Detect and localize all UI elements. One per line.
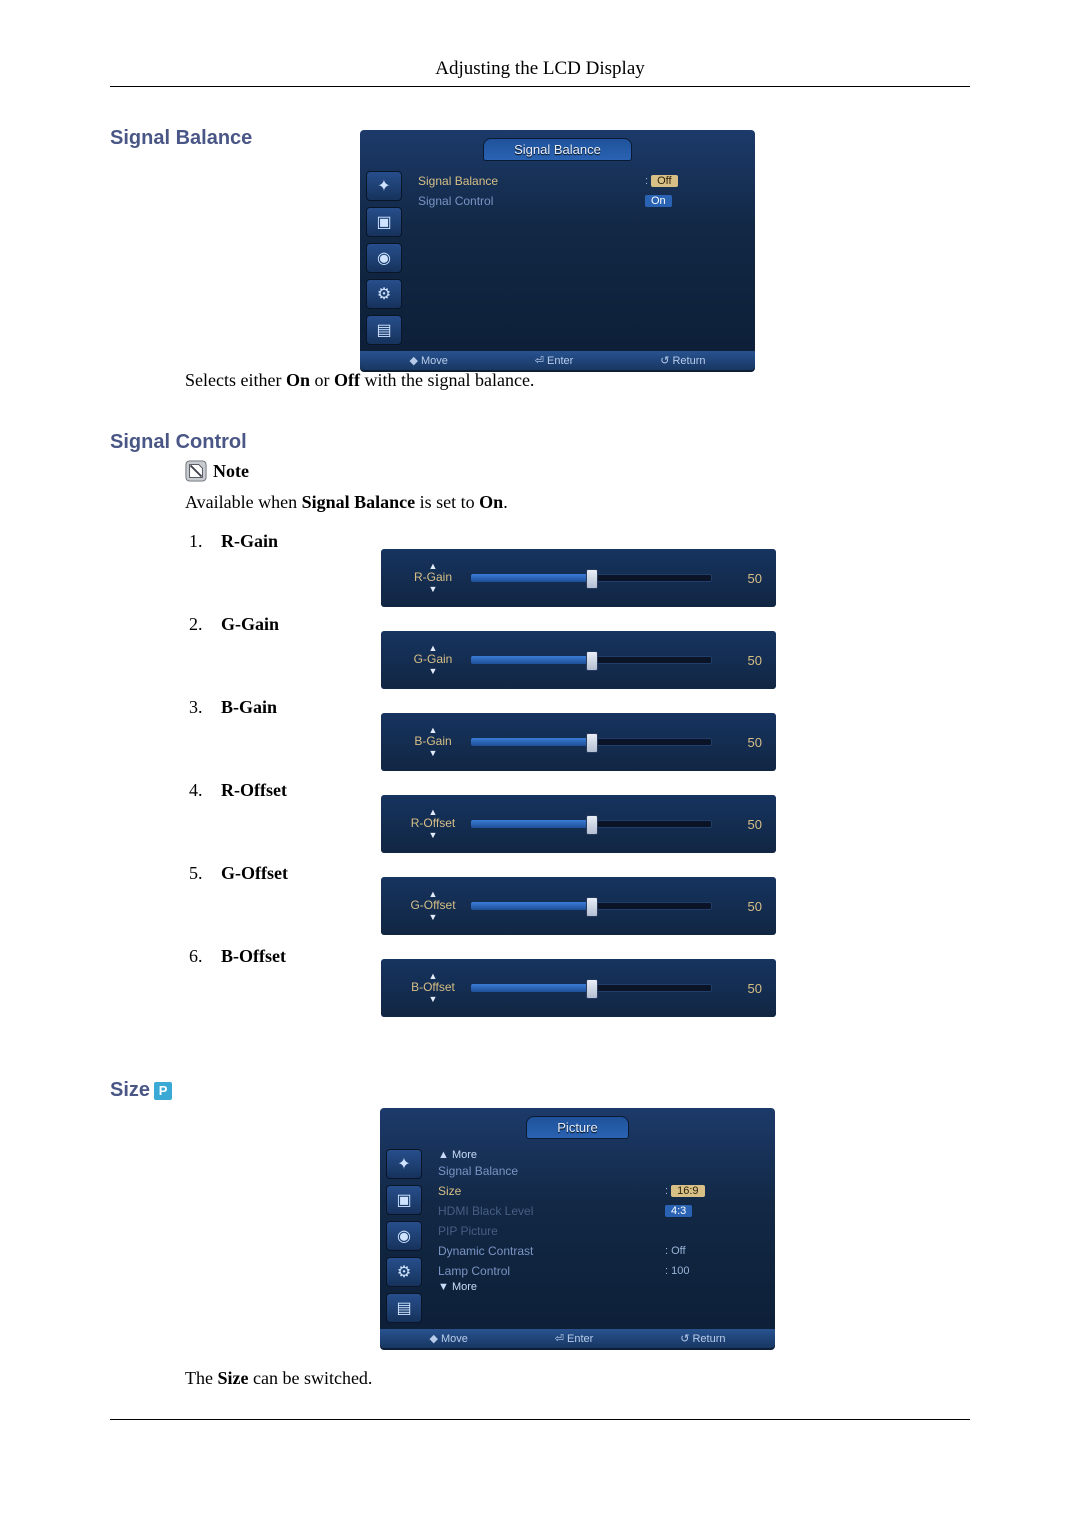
osd-icon-column: ✦ ▣ ◉ ⚙ ▤ [380,1143,428,1329]
osd-row-signal-balance[interactable]: Signal Balance [438,1161,765,1181]
osd-row-size[interactable]: Size : 16:9 [438,1181,765,1201]
osd-row-dyn-contrast[interactable]: Dynamic Contrast: Off [438,1241,765,1261]
osd-icon-multi[interactable]: ▤ [366,315,402,345]
slider-thumb[interactable] [586,569,598,589]
osd-icon-picture[interactable]: ✦ [366,171,402,201]
param-r-offset: R-Offset ▲R-Offset▼ 50 [207,780,970,801]
slider-thumb[interactable] [586,815,598,835]
slider-thumb[interactable] [586,979,598,999]
slider-value: 50 [712,981,762,996]
slider-thumb[interactable] [586,651,598,671]
heading-size: Size P [110,1079,172,1102]
osd-option-off[interactable]: Off [651,175,677,187]
slider-b-offset[interactable]: ▲B-Offset▼ 50 [381,959,776,1017]
footer-move: ◆ Move [409,354,447,367]
osd-row-hdmi-black[interactable]: HDMI Black Level 4:3 [438,1201,765,1221]
osd-title: Signal Balance [483,138,632,161]
osd-label: Signal Balance [418,174,645,188]
osd-icon-setup[interactable]: ◉ [386,1221,422,1251]
osd-footer: ◆ Move ⏎ Enter ↺ Return [380,1329,775,1348]
page-header: Adjusting the LCD Display [110,58,970,87]
param-b-offset: B-Offset ▲B-Offset▼ 50 [207,946,970,967]
osd-footer: ◆ Move ⏎ Enter ↺ Return [360,351,755,370]
osd-icon-setup[interactable]: ◉ [366,243,402,273]
size-description: The Size can be switched. [185,1368,970,1389]
slider-thumb[interactable] [586,733,598,753]
osd-icon-settings[interactable]: ⚙ [366,279,402,309]
footer-enter: ⏎ Enter [535,354,574,367]
param-g-gain: G-Gain ▲G-Gain▼ 50 [207,614,970,635]
osd-row-signal-control[interactable]: Signal Control On [418,191,745,211]
slider-value: 50 [712,735,762,750]
slider-b-gain[interactable]: ▲B-Gain▼ 50 [381,713,776,771]
heading-signal-control: Signal Control [110,431,970,454]
slider-value: 50 [712,899,762,914]
slider-thumb[interactable] [586,897,598,917]
more-up[interactable]: ▲ More [438,1149,765,1161]
osd-label: Signal Control [418,194,645,208]
osd-row-pip[interactable]: PIP Picture [438,1221,765,1241]
signal-balance-description: Selects either On or Off with the signal… [185,370,970,391]
osd-icon-settings[interactable]: ⚙ [386,1257,422,1287]
param-r-gain: R-Gain ▲R-Gain▼ 50 [207,531,970,552]
slider-g-gain[interactable]: ▲G-Gain▼ 50 [381,631,776,689]
osd-picture: Picture ✦ ▣ ◉ ⚙ ▤ ▲ More Signal Balance … [380,1108,775,1350]
osd-row-lamp[interactable]: Lamp Control: 100 [438,1261,765,1281]
footer-enter: ⏎ Enter [555,1332,594,1345]
note-label: Note [213,461,249,482]
slider-r-gain[interactable]: ▲R-Gain▼ 50 [381,549,776,607]
footer-move: ◆ Move [429,1332,467,1345]
osd-signal-balance: Signal Balance ✦ ▣ ◉ ⚙ ▤ Signal Balance … [360,130,755,372]
osd-option-43[interactable]: 4:3 [665,1205,692,1217]
note-icon [185,460,207,482]
slider-r-offset[interactable]: ▲R-Offset▼ 50 [381,795,776,853]
footer-return: ↺ Return [660,354,705,367]
slider-g-offset[interactable]: ▲G-Offset▼ 50 [381,877,776,935]
slider-value: 50 [712,571,762,586]
param-g-offset: G-Offset ▲G-Offset▼ 50 [207,863,970,884]
signal-control-params: R-Gain ▲R-Gain▼ 50 G-Gain ▲G-Gain▼ 50 B-… [185,531,970,967]
osd-option-on[interactable]: On [645,195,672,207]
osd-icon-multi[interactable]: ▤ [386,1293,422,1323]
osd-icon-sound[interactable]: ▣ [386,1185,422,1215]
signal-control-availability: Available when Signal Balance is set to … [185,492,970,513]
footer-return: ↺ Return [680,1332,725,1345]
more-down[interactable]: ▼ More [438,1281,765,1293]
p-badge-icon: P [154,1082,172,1100]
osd-option-169[interactable]: 16:9 [671,1185,704,1197]
slider-value: 50 [712,653,762,668]
osd-icon-sound[interactable]: ▣ [366,207,402,237]
osd-row-signal-balance[interactable]: Signal Balance : Off [418,171,745,191]
bottom-rule [110,1419,970,1420]
osd-icon-picture[interactable]: ✦ [386,1149,422,1179]
slider-value: 50 [712,817,762,832]
osd-title: Picture [526,1116,628,1139]
param-b-gain: B-Gain ▲B-Gain▼ 50 [207,697,970,718]
osd-icon-column: ✦ ▣ ◉ ⚙ ▤ [360,165,408,351]
